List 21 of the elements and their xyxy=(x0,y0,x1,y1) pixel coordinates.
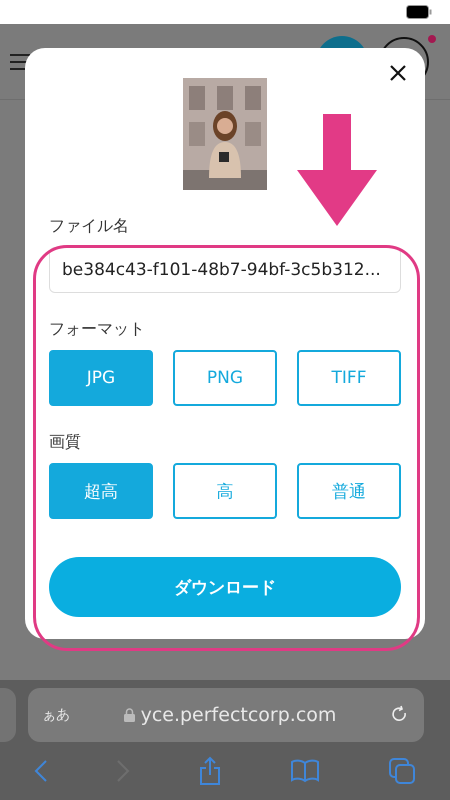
url-text: yce.perfectcorp.com xyxy=(140,704,336,726)
lock-icon xyxy=(124,708,135,722)
option-button[interactable]: JPG xyxy=(49,350,153,406)
option-button[interactable]: 高 xyxy=(173,463,277,519)
option-button[interactable]: 超高 xyxy=(49,463,153,519)
option-button[interactable]: 普通 xyxy=(297,463,401,519)
address-bar[interactable]: ぁあ yce.perfectcorp.com xyxy=(28,688,424,742)
download-button[interactable]: ダウンロード xyxy=(49,557,401,617)
battery-icon xyxy=(406,5,432,19)
option-button[interactable]: PNG xyxy=(173,350,277,406)
field-label: ファイル名 xyxy=(49,216,130,237)
tabs-icon[interactable] xyxy=(388,757,416,785)
menu-icon[interactable] xyxy=(8,52,32,72)
option-button[interactable]: TIFF xyxy=(297,350,401,406)
book-icon[interactable] xyxy=(290,759,320,783)
share-icon[interactable] xyxy=(198,756,222,786)
text-size-button[interactable]: ぁあ xyxy=(42,706,70,724)
field-label: 画質 xyxy=(49,432,82,453)
field-label: フォーマット xyxy=(49,319,146,340)
back-icon[interactable] xyxy=(34,759,48,783)
file-name-field[interactable]: be384c43-f101-48b7-94bf-3c5b312... xyxy=(49,247,401,293)
